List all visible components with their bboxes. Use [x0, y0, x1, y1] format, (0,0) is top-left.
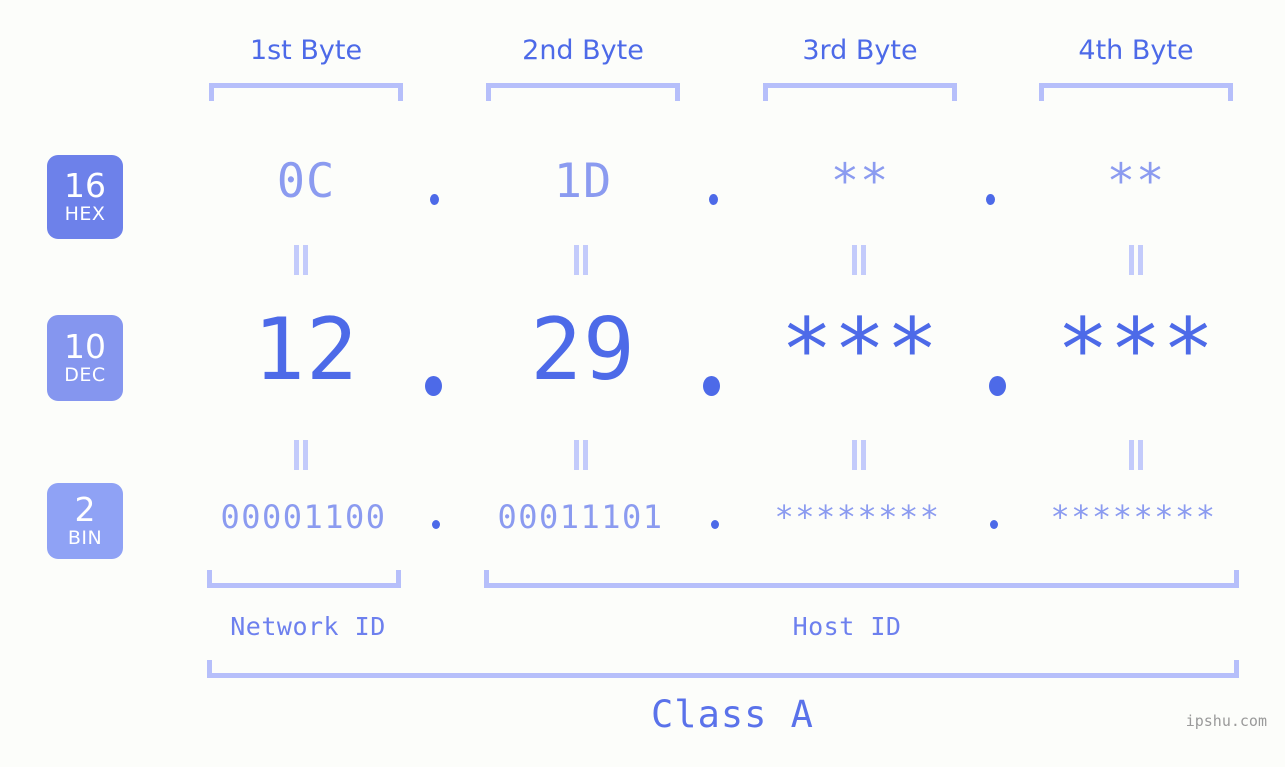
- base-badge-hex-name: HEX: [64, 203, 106, 225]
- hex-dot-separator-1: [430, 194, 439, 205]
- equals-separator-hex-dec-3: [851, 245, 867, 275]
- hex-dot-separator-3: [986, 194, 995, 205]
- class-label: Class A: [651, 693, 814, 736]
- byte-header-label-1: 1st Byte: [249, 35, 363, 66]
- equals-separator-hex-dec-1: [293, 245, 309, 275]
- equals-separator-dec-bin-2: [573, 440, 589, 470]
- host-id-label: Host ID: [792, 612, 902, 641]
- base-badge-bin-name: BIN: [67, 527, 103, 549]
- hex-byte-value-4: **: [1106, 154, 1166, 209]
- bin-dot-separator-1: [432, 520, 440, 529]
- dec-dot-separator-2: [703, 376, 720, 396]
- base-badge-dec-number: 10: [64, 327, 106, 366]
- byte-bracket-top-2: [486, 83, 680, 101]
- byte-bracket-top-3: [763, 83, 957, 101]
- byte-header-label-2: 2nd Byte: [522, 35, 644, 66]
- byte-bracket-top-4: [1039, 83, 1233, 101]
- equals-separator-hex-dec-2: [573, 245, 589, 275]
- bin-byte-value-1: 00001100: [220, 498, 387, 536]
- base-badge-hex: 16 HEX: [47, 155, 123, 239]
- equals-separator-dec-bin-1: [293, 440, 309, 470]
- ip-address-breakdown-diagram: 1st Byte 2nd Byte 3rd Byte 4th Byte 16 H…: [0, 0, 1285, 767]
- base-badge-dec: 10 DEC: [47, 315, 123, 401]
- byte-bracket-top-1: [209, 83, 403, 101]
- bin-byte-value-2: 00011101: [497, 498, 664, 536]
- hex-byte-value-1: 0C: [276, 154, 336, 209]
- network-id-label: Network ID: [230, 612, 386, 641]
- base-badge-hex-number: 16: [64, 166, 106, 205]
- network-id-bracket: [207, 570, 401, 588]
- dec-byte-value-3: ***: [780, 300, 940, 400]
- bin-dot-separator-3: [990, 520, 998, 529]
- bin-byte-value-3: ********: [774, 498, 941, 536]
- equals-separator-dec-bin-3: [851, 440, 867, 470]
- dec-byte-value-1: 12: [253, 300, 359, 400]
- site-watermark: ipshu.com: [1185, 712, 1267, 730]
- bin-dot-separator-2: [711, 520, 719, 529]
- byte-header-label-4: 4th Byte: [1078, 35, 1194, 66]
- bin-byte-value-4: ********: [1050, 498, 1217, 536]
- hex-byte-value-3: **: [830, 154, 890, 209]
- base-badge-bin-number: 2: [74, 490, 96, 529]
- hex-dot-separator-2: [709, 194, 718, 205]
- host-id-bracket: [484, 570, 1239, 588]
- class-bracket: [207, 660, 1239, 678]
- byte-header-label-3: 3rd Byte: [802, 35, 918, 66]
- base-badge-bin: 2 BIN: [47, 483, 123, 559]
- base-badge-dec-name: DEC: [64, 364, 106, 386]
- equals-separator-hex-dec-4: [1128, 245, 1144, 275]
- hex-byte-value-2: 1D: [553, 154, 613, 209]
- dec-byte-value-2: 29: [530, 300, 636, 400]
- dec-dot-separator-3: [989, 376, 1006, 396]
- dec-dot-separator-1: [425, 376, 442, 396]
- equals-separator-dec-bin-4: [1128, 440, 1144, 470]
- dec-byte-value-4: ***: [1056, 300, 1216, 400]
